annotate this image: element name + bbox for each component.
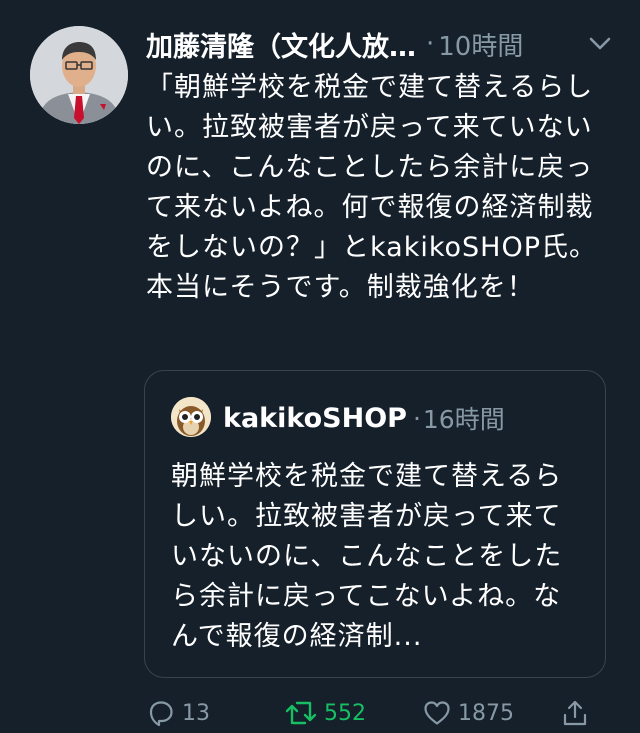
person-photo	[30, 26, 128, 124]
retweet-button[interactable]: 552	[284, 694, 366, 732]
reply-button[interactable]: 13	[146, 694, 210, 732]
heart-icon	[422, 698, 452, 728]
author-avatar[interactable]	[30, 26, 128, 124]
retweet-icon	[284, 698, 318, 728]
chevron-down-icon[interactable]	[586, 30, 614, 58]
quote-text: 朝鮮学校を税金で建て替えるらしい。拉致被害者が戻って来ていないのに、こんなことを…	[171, 461, 563, 652]
share-icon	[560, 698, 590, 728]
quote-time[interactable]: 16時間	[423, 400, 505, 436]
tweet-header: 加藤清隆（文化人放… · 10時間	[146, 22, 616, 66]
tweet-text: 「朝鮮学校を税金で建て替えるらしい。拉致被害者が戻って来ていないのに、こんなこと…	[146, 72, 598, 303]
quoted-tweet[interactable]: kakikoSHOP · 16時間 朝鮮学校を税金で建て替えるらしい。拉致被害者…	[144, 370, 606, 678]
tweet[interactable]: 加藤清隆（文化人放… · 10時間 「朝鮮学校を税金で建て替えるらしい。拉致被害…	[0, 0, 640, 733]
tweet-time[interactable]: 10時間	[438, 26, 523, 63]
tweet-actions: 13 552 1875	[146, 694, 606, 732]
author-name[interactable]: 加藤清隆（文化人放…	[146, 25, 416, 64]
quote-author-name[interactable]: kakikoSHOP	[223, 403, 407, 434]
reply-icon	[146, 698, 176, 728]
quote-separator-dot: ·	[412, 403, 421, 433]
quote-header: kakikoSHOP · 16時間	[223, 397, 505, 439]
separator-dot: ·	[426, 29, 435, 59]
reply-count: 13	[182, 700, 210, 726]
quote-author-avatar	[171, 397, 211, 437]
owl-icon	[171, 397, 211, 437]
like-count: 1875	[458, 700, 514, 726]
like-button[interactable]: 1875	[422, 694, 514, 732]
retweet-count: 552	[324, 700, 366, 726]
share-button[interactable]	[560, 694, 590, 732]
